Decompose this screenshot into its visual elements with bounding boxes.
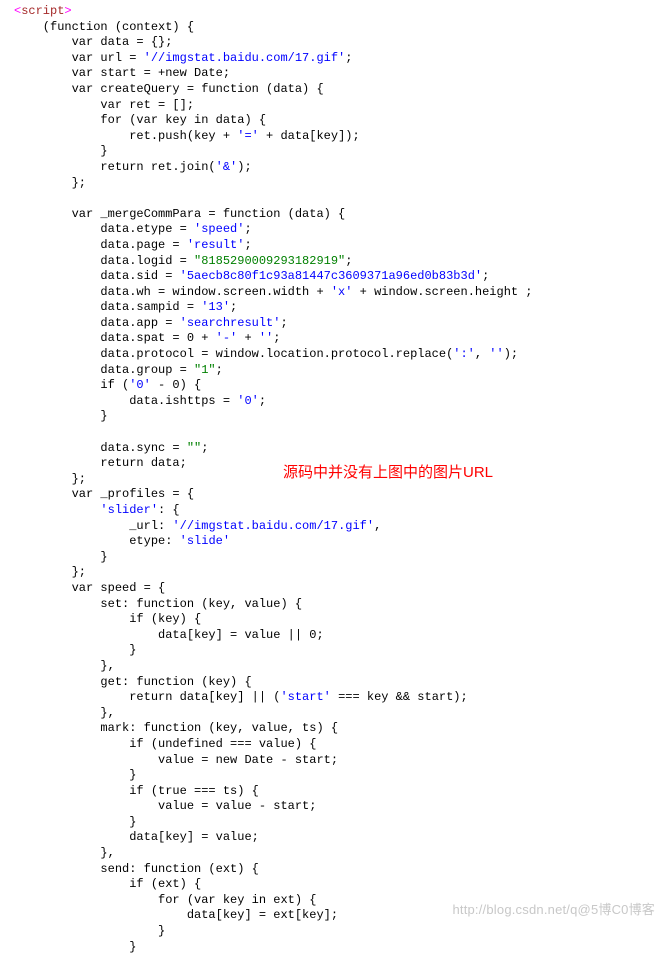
- annotation-text: 源码中并没有上图中的图片URL: [283, 462, 493, 483]
- watermark-text: http://blog.csdn.net/q@5博C0博客: [452, 901, 655, 919]
